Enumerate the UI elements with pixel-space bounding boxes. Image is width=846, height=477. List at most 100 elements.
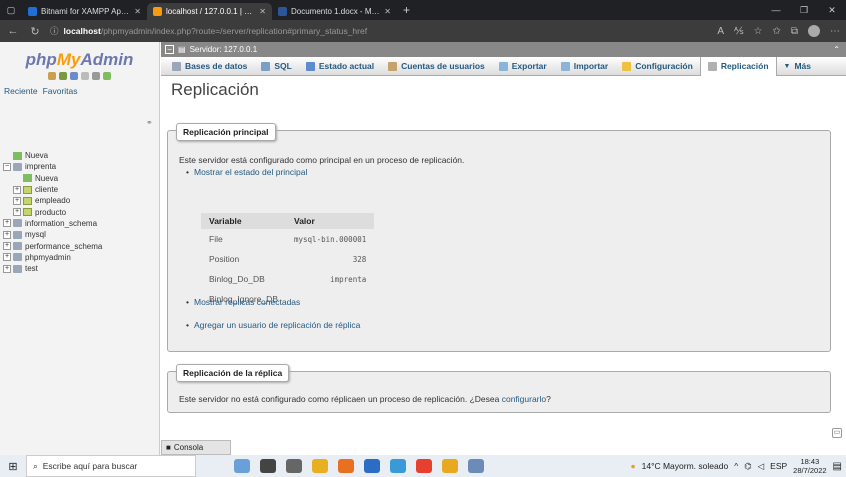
logout-icon[interactable] — [59, 72, 67, 80]
taskbar-app-icon[interactable] — [338, 459, 354, 473]
page-settings-icon[interactable]: ▭ — [832, 428, 842, 438]
close-tab-icon[interactable]: ✕ — [134, 7, 141, 16]
expand-icon[interactable]: + — [3, 219, 11, 228]
taskbar-app-icon[interactable] — [312, 459, 328, 473]
expand-icon[interactable]: + — [3, 230, 11, 239]
menu-item[interactable]: Replicación — [699, 56, 777, 76]
docs-icon[interactable] — [70, 72, 78, 80]
tray-chevron-icon[interactable]: ^ — [734, 461, 738, 471]
taskbar-app-icon[interactable] — [442, 459, 458, 473]
volume-icon[interactable]: ◁ — [758, 461, 765, 472]
menu-item[interactable]: Cuentas de usuarios — [381, 57, 492, 76]
tree-item-label[interactable]: mysql — [25, 230, 46, 239]
taskbar-app-icon[interactable] — [364, 459, 380, 473]
menu-item[interactable]: Configuración — [615, 57, 700, 76]
taskbar-app-icon[interactable] — [390, 459, 406, 473]
tree-item[interactable]: + mysql — [0, 229, 160, 240]
taskbar-app-icon[interactable] — [260, 459, 276, 473]
expand-icon[interactable]: + — [13, 208, 21, 217]
favorites-icon[interactable]: ✩ — [772, 26, 780, 37]
tab-actions-icon[interactable]: ▢ — [0, 0, 22, 20]
back-icon[interactable]: ← — [6, 25, 20, 37]
close-tab-icon[interactable]: ✕ — [259, 7, 266, 16]
recent-tab[interactable]: Reciente — [4, 86, 38, 96]
minimize-icon[interactable]: — — [762, 5, 790, 16]
new-tab-icon[interactable]: + — [397, 3, 416, 17]
favorites-tab[interactable]: Favoritas — [43, 86, 78, 96]
tree-item[interactable]: + producto — [0, 206, 160, 217]
configure-replica-link[interactable]: configurarlo — [502, 394, 546, 404]
menu-item[interactable]: ▼ Más — [777, 57, 818, 76]
notifications-icon[interactable]: ▤ — [833, 461, 842, 472]
phpmyadmin-logo[interactable]: phpMyAdmin — [0, 50, 159, 70]
browser-tab-0[interactable]: Bitnami for XAMPP Application \ ✕ — [22, 3, 147, 20]
tree-item-label[interactable]: performance_schema — [25, 242, 102, 251]
scroll-up-icon[interactable]: ⌃ — [833, 45, 840, 54]
info-icon[interactable]: ⓘ — [50, 25, 59, 37]
tree-item-label[interactable]: information_schema — [25, 219, 97, 228]
windows-start-icon[interactable]: ⊞ — [0, 460, 26, 473]
add-replica-user-link[interactable]: Agregar un usuario de replicación de rép… — [194, 320, 360, 330]
column-header-variable[interactable]: Variable — [201, 213, 286, 229]
menu-item[interactable]: Exportar — [492, 57, 554, 76]
collapse-icon[interactable]: − — [165, 45, 174, 54]
console-toggle[interactable]: ■ Consola — [161, 440, 231, 455]
reload-nav-icon[interactable] — [103, 72, 111, 80]
sql-docs-icon[interactable] — [81, 72, 89, 80]
taskbar-clock[interactable]: 18:43 28/7/2022 — [793, 457, 826, 475]
collections-icon[interactable]: ⧉ — [791, 26, 798, 37]
tree-item[interactable]: Nueva — [0, 173, 160, 184]
menu-item[interactable]: Estado actual — [299, 57, 381, 76]
tree-item-label[interactable]: Nueva — [35, 174, 58, 183]
tree-item-label[interactable]: phpmyadmin — [25, 253, 71, 262]
link-with-main-icon[interactable]: ⚭ — [146, 118, 153, 127]
language-indicator[interactable]: ESP — [770, 461, 787, 471]
browser-tab-1[interactable]: localhost / 127.0.0.1 | phpMyAdmin ✕ — [147, 3, 272, 20]
more-icon[interactable]: ⋯ — [830, 26, 840, 37]
taskbar-app-icon[interactable] — [416, 459, 432, 473]
menu-item[interactable]: Importar — [554, 57, 615, 76]
restore-icon[interactable]: ❐ — [790, 5, 818, 16]
profile-avatar[interactable] — [808, 25, 820, 37]
browser-tab-2[interactable]: Documento 1.docx - Microsoft W ✕ — [272, 3, 397, 20]
expand-icon[interactable]: + — [13, 185, 21, 194]
taskbar-app-icon[interactable] — [234, 459, 250, 473]
close-tab-icon[interactable]: ✕ — [384, 7, 391, 16]
show-replicas-link[interactable]: Mostrar replicas conectadas — [194, 297, 300, 307]
expand-icon[interactable]: + — [3, 264, 11, 273]
taskbar-search-input[interactable]: ⌕ Escribe aquí para buscar — [26, 455, 196, 477]
tree-item[interactable]: + information_schema — [0, 218, 160, 229]
menu-item[interactable]: SQL — [254, 57, 298, 76]
taskbar-app-icon[interactable] — [286, 459, 302, 473]
tree-item-label[interactable]: cliente — [35, 185, 58, 194]
tree-item-label[interactable]: empleado — [35, 196, 70, 205]
weather-text[interactable]: 14°C Mayorm. soleado — [642, 461, 729, 471]
tree-item-label[interactable]: producto — [35, 208, 66, 217]
tree-item-label[interactable]: Nueva — [25, 151, 48, 160]
favorite-icon[interactable]: ☆ — [754, 26, 763, 37]
expand-icon[interactable]: + — [13, 196, 21, 205]
column-header-value[interactable]: Valor — [286, 213, 375, 229]
show-primary-status-link[interactable]: Mostrar el estado del principal — [194, 167, 307, 177]
menu-item[interactable]: Bases de datos — [165, 57, 254, 76]
reload-icon[interactable]: ↻ — [28, 25, 42, 38]
address-input[interactable]: ⓘ localhost/phpmyadmin/index.php?route=/… — [50, 23, 709, 40]
network-icon[interactable]: ⌬ — [744, 461, 751, 472]
weather-icon[interactable]: ● — [630, 461, 635, 471]
tree-item[interactable]: + phpmyadmin — [0, 252, 160, 263]
read-aloud-icon[interactable]: A — [717, 26, 724, 37]
close-window-icon[interactable]: ✕ — [818, 5, 846, 16]
translate-icon[interactable]: ⅍ — [734, 26, 743, 37]
server-label[interactable]: Servidor: 127.0.0.1 — [190, 45, 258, 54]
tree-item[interactable]: − imprenta — [0, 161, 160, 172]
tree-item[interactable]: + test — [0, 263, 160, 274]
tree-item-label[interactable]: imprenta — [25, 162, 56, 171]
settings-icon[interactable] — [92, 72, 100, 80]
taskbar-app-icon[interactable] — [468, 459, 484, 473]
collapse-icon[interactable]: − — [3, 162, 11, 171]
tree-item[interactable]: + performance_schema — [0, 240, 160, 251]
expand-icon[interactable]: + — [3, 253, 11, 262]
home-icon[interactable] — [48, 72, 56, 80]
tree-item[interactable]: Nueva — [0, 150, 160, 161]
expand-icon[interactable]: + — [3, 242, 11, 251]
